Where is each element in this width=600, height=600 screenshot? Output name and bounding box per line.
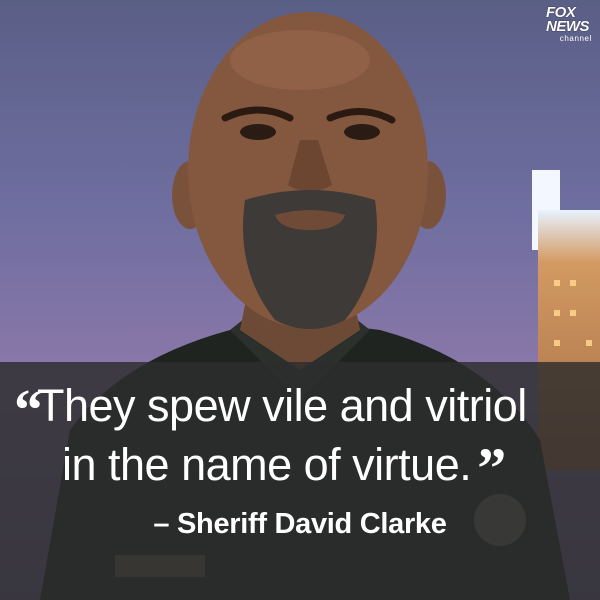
logo-line-3: channel: [559, 34, 592, 43]
logo-line-2: NEWS: [546, 18, 590, 35]
left-eye: [240, 124, 276, 140]
quote-attribution: – Sheriff David Clarke: [153, 508, 447, 540]
fox-news-logo: FOX NEWS channel: [546, 5, 594, 50]
open-quote-mark: “: [14, 377, 43, 442]
quote-text: “They spew vile and vitriol in the name …: [14, 378, 594, 498]
quote-line-2-text: in the name of virtue.: [62, 439, 472, 490]
quote-line-2: in the name of virtue.”: [14, 437, 594, 498]
quote-line-1: “They spew vile and vitriol: [14, 378, 594, 439]
close-quote-mark: ”: [477, 436, 506, 501]
quote-line-1-text: They spew vile and vitriol: [37, 380, 527, 431]
right-eye: [344, 124, 380, 140]
quote-card: “They spew vile and vitriol in the name …: [0, 0, 600, 600]
